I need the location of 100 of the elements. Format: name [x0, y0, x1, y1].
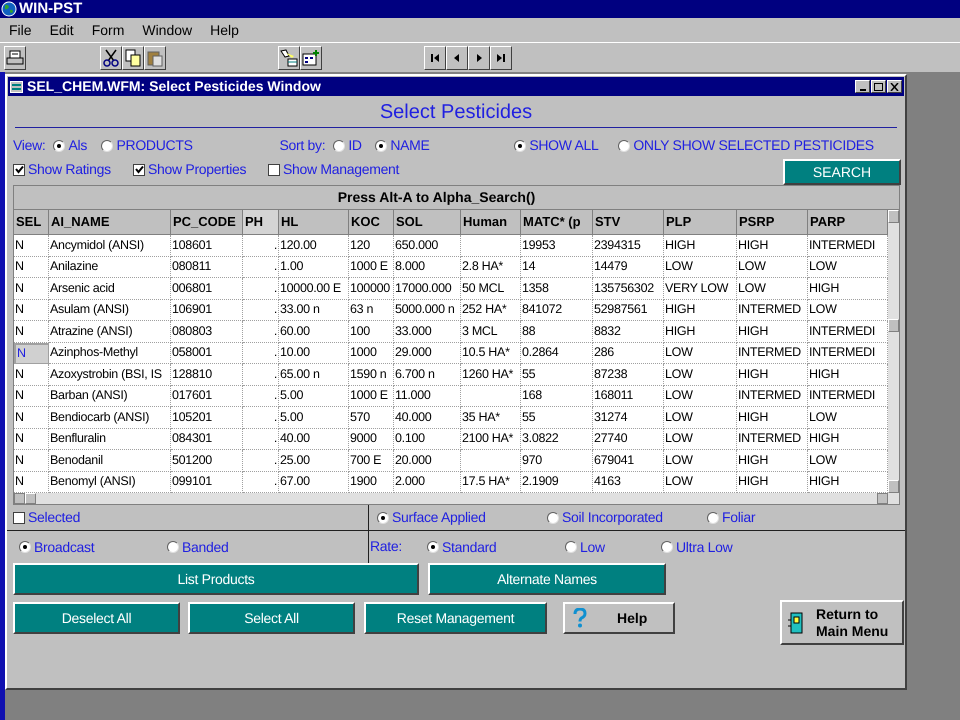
- table-cell: HIGH: [737, 407, 808, 428]
- menu-item[interactable]: Edit: [50, 20, 74, 40]
- table-cell: 9000: [349, 428, 394, 450]
- checkbox-label[interactable]: Show Ratings: [28, 159, 111, 180]
- checkbox[interactable]: [133, 164, 145, 176]
- radio-button[interactable]: [101, 140, 114, 152]
- help-button[interactable]: Help: [563, 602, 675, 634]
- table-cell: .: [243, 407, 279, 428]
- column-header[interactable]: HL: [279, 210, 349, 235]
- column-header[interactable]: PSRP: [737, 210, 808, 235]
- cut-icon[interactable]: [100, 46, 122, 70]
- column-header[interactable]: PLP: [664, 210, 737, 235]
- horizontal-scrollbar[interactable]: [14, 493, 888, 504]
- table-cell: 1000 E: [349, 386, 394, 407]
- radio-button[interactable]: [547, 512, 559, 524]
- table-cell: 27740: [593, 428, 664, 450]
- table-cell: 252 HA*: [461, 300, 521, 321]
- previous-record-icon[interactable]: [446, 46, 468, 70]
- printer-icon[interactable]: [4, 46, 26, 70]
- menu-item[interactable]: Window: [142, 20, 192, 40]
- column-header[interactable]: PC_CODE: [171, 210, 243, 235]
- table-cell: 650.000: [394, 235, 461, 256]
- radio-button[interactable]: [333, 140, 346, 152]
- table-cell: .: [243, 428, 279, 450]
- radio-label[interactable]: NAME: [390, 135, 430, 156]
- menu-item[interactable]: File: [9, 20, 32, 40]
- table-cell: 0.100: [394, 428, 461, 450]
- action-button[interactable]: Select All: [188, 602, 355, 634]
- checkbox[interactable]: [13, 512, 25, 524]
- column-header[interactable]: AI_NAME: [49, 210, 171, 235]
- radio-label[interactable]: ONLY SHOW SELECTED PESTICIDES: [633, 135, 874, 156]
- checkbox-label[interactable]: Show Management: [283, 159, 400, 180]
- next-record-icon[interactable]: [468, 46, 490, 70]
- checkbox-label[interactable]: Show Properties: [148, 159, 246, 180]
- radio-button[interactable]: [707, 512, 719, 524]
- add-table-icon[interactable]: [300, 46, 322, 70]
- radio-button[interactable]: [53, 140, 66, 152]
- radio-label[interactable]: PRODUCTS: [116, 135, 193, 156]
- return-button[interactable]: Return to Main Menu: [780, 600, 904, 645]
- checkbox-label[interactable]: Selected: [28, 507, 80, 528]
- table-cell: Benfluralin: [49, 428, 171, 450]
- menu-item[interactable]: Form: [92, 20, 124, 40]
- action-button[interactable]: Deselect All: [13, 602, 180, 634]
- radio-button[interactable]: [377, 512, 389, 524]
- action-button[interactable]: Reset Management: [364, 602, 547, 634]
- action-button[interactable]: Alternate Names: [428, 563, 666, 595]
- radio-button[interactable]: [618, 140, 630, 152]
- paste-icon[interactable]: [144, 46, 166, 70]
- radio-label[interactable]: Broadcast: [34, 536, 94, 558]
- checkbox[interactable]: [268, 164, 280, 176]
- minimize-button[interactable]: [855, 80, 870, 93]
- table-cell: .: [243, 342, 279, 364]
- table-cell: LOW: [664, 428, 737, 450]
- radio-button[interactable]: [167, 541, 179, 553]
- column-header[interactable]: SOL: [394, 210, 461, 235]
- radio-button[interactable]: [427, 541, 439, 553]
- radio-label[interactable]: Ultra Low: [676, 536, 732, 558]
- help-label: Help: [617, 608, 648, 628]
- table-cell: [461, 235, 521, 256]
- table-cell: HIGH: [737, 321, 808, 342]
- checkbox[interactable]: [13, 164, 25, 176]
- column-header[interactable]: SEL: [14, 210, 49, 235]
- table-cell: 6.700 n: [394, 364, 461, 386]
- column-header[interactable]: PH: [243, 210, 279, 235]
- flashlight-table-icon[interactable]: [278, 46, 300, 70]
- menu-item[interactable]: Help: [210, 20, 239, 40]
- radio-button[interactable]: [375, 140, 388, 152]
- radio-button[interactable]: [19, 541, 31, 553]
- radio-label[interactable]: SHOW ALL: [529, 135, 599, 156]
- radio-label[interactable]: Surface Applied: [392, 507, 486, 528]
- maximize-button[interactable]: [871, 80, 886, 93]
- column-header[interactable]: KOC: [349, 210, 394, 235]
- radio-label[interactable]: Als: [68, 135, 88, 156]
- radio-label[interactable]: Standard: [442, 536, 496, 558]
- action-button[interactable]: List Products: [13, 563, 419, 595]
- table-cell: 55: [521, 407, 593, 428]
- search-button[interactable]: SEARCH: [783, 159, 901, 185]
- table-cell: 108601: [171, 235, 243, 256]
- column-header[interactable]: MATC* (p: [521, 210, 593, 235]
- column-header[interactable]: STV: [593, 210, 664, 235]
- table-cell: .: [243, 235, 279, 256]
- radio-button[interactable]: [565, 541, 577, 553]
- column-header[interactable]: PARP: [808, 210, 888, 235]
- radio-label[interactable]: Soil Incorporated: [562, 507, 663, 528]
- radio-label[interactable]: ID: [348, 135, 362, 156]
- table-cell: Benodanil: [49, 450, 171, 472]
- copy-icon[interactable]: [122, 46, 144, 70]
- radio-label[interactable]: Foliar: [722, 507, 756, 528]
- radio-button[interactable]: [661, 541, 673, 553]
- first-record-icon[interactable]: [424, 46, 446, 70]
- radio-button[interactable]: [514, 140, 526, 152]
- close-button[interactable]: [887, 80, 902, 93]
- table-cell: [461, 450, 521, 472]
- vertical-scrollbar[interactable]: [888, 210, 899, 504]
- column-header[interactable]: Human: [461, 210, 521, 235]
- table-cell: 63 n: [349, 300, 394, 321]
- last-record-icon[interactable]: [490, 46, 512, 70]
- radio-label[interactable]: Banded: [182, 536, 228, 558]
- table-cell: N: [14, 386, 49, 407]
- radio-label[interactable]: Low: [580, 536, 605, 558]
